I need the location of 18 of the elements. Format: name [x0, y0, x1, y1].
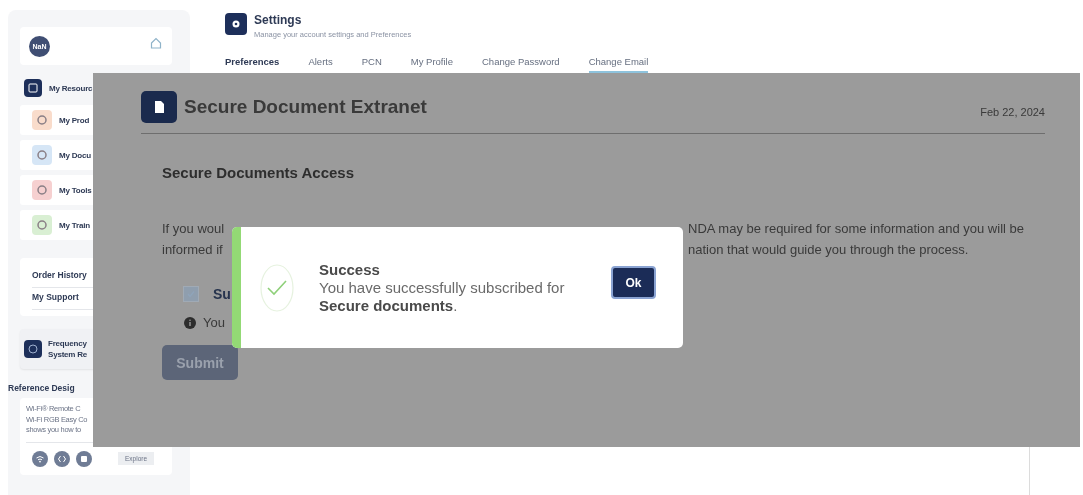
- page-title: Settings: [254, 13, 303, 27]
- section-title: My Resourc: [49, 83, 93, 93]
- paragraph-text: nation that would guide you through the process.: [688, 242, 969, 257]
- panel-title: Secure Document Extranet: [184, 96, 427, 118]
- dialog-title: Success: [319, 261, 381, 278]
- date-label: Feb 22, 2024: [980, 106, 1045, 118]
- dialog-message: Secure documents.: [319, 297, 459, 314]
- section-title: Reference Desig: [8, 383, 76, 393]
- paragraph-text: If you woul: [162, 221, 226, 236]
- frequency-label: Frequency: [48, 339, 88, 348]
- section-heading: Secure Documents Access: [162, 164, 356, 181]
- paragraph-text: NDA may be required for some information and you will be: [688, 221, 1024, 236]
- dialog-message: You have successfully subscribed for: [319, 279, 566, 296]
- frequency-label: System Re: [48, 350, 88, 359]
- info-text: You: [203, 315, 225, 330]
- checkbox-label: Su: [213, 286, 231, 302]
- paragraph-text: informed if: [162, 242, 224, 257]
- section-label: Preferences: [225, 56, 280, 69]
